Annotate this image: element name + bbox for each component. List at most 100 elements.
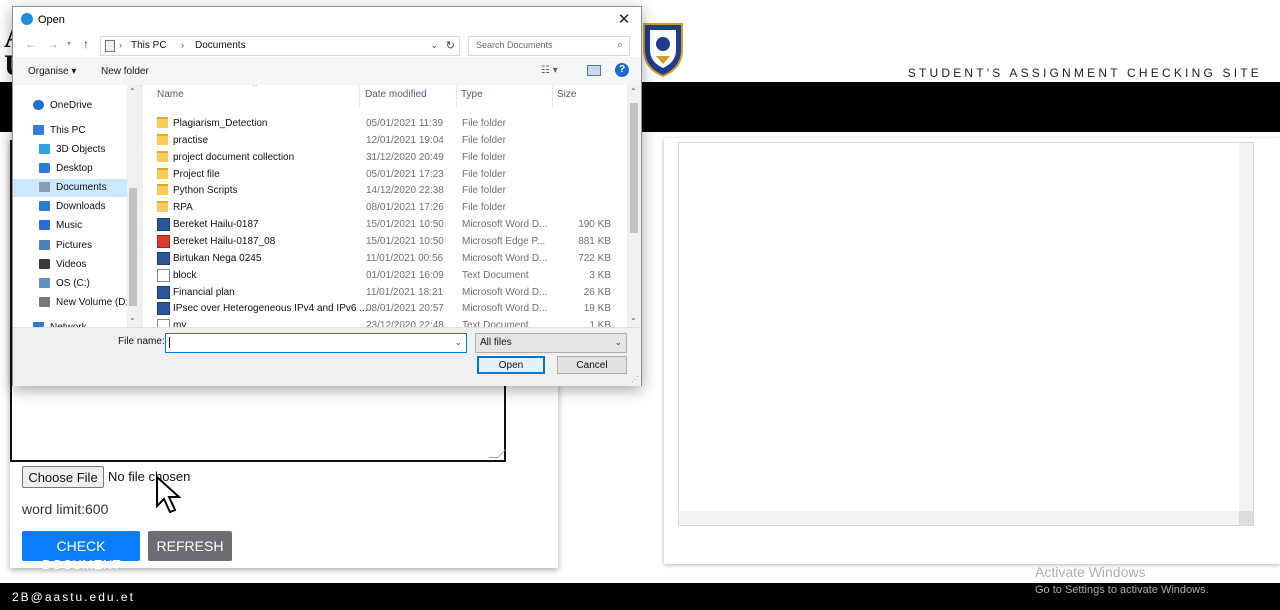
file-row[interactable]: RPA 08/01/2021 17:26 File folder bbox=[153, 199, 623, 216]
scroll-up-icon[interactable]: ⌃ bbox=[129, 87, 136, 96]
breadcrumb-documents[interactable]: Documents bbox=[195, 40, 246, 51]
column-divider[interactable] bbox=[456, 85, 457, 107]
file-type: File folder bbox=[462, 202, 506, 214]
navigation-pane: Network New Volume (D: OS (C:) Videos Pictur… bbox=[13, 85, 139, 327]
file-date-modified: 15/01/2021 10:50 bbox=[366, 219, 444, 231]
address-dropdown-icon[interactable]: ⌄ bbox=[430, 40, 438, 51]
column-header-size[interactable]: Size bbox=[557, 89, 576, 100]
back-arrow-icon[interactable]: ← bbox=[25, 37, 37, 51]
file-date-modified: 15/01/2021 10:50 bbox=[366, 235, 444, 247]
choose-file-button[interactable]: Choose File bbox=[22, 466, 104, 488]
file-date-modified: 05/01/2021 17:23 bbox=[366, 168, 444, 180]
nav-item-network[interactable]: Network bbox=[13, 319, 127, 327]
result-horizontal-scrollbar[interactable] bbox=[679, 511, 1239, 525]
search-icon: ⌕ bbox=[616, 39, 623, 51]
download-icon bbox=[39, 201, 50, 211]
result-vertical-scrollbar[interactable] bbox=[1239, 143, 1253, 511]
nav-item-music[interactable]: Music bbox=[13, 217, 127, 235]
text-doc-icon bbox=[157, 319, 170, 327]
nav-item-this-pc[interactable]: This PC bbox=[13, 122, 127, 140]
dialog-resize-grip-icon[interactable]: ⋰ bbox=[631, 375, 639, 384]
mouse-cursor-icon bbox=[156, 474, 182, 514]
check-button-overflow-text: DOCUMENT bbox=[42, 557, 122, 572]
scroll-down-icon[interactable]: ⌄ bbox=[129, 313, 136, 322]
result-scroll-corner bbox=[1239, 511, 1253, 525]
file-size: 1 KB bbox=[589, 320, 611, 327]
file-row[interactable]: Bereket Hailu-0187_08 15/01/2021 10:50 Mic… bbox=[153, 233, 623, 250]
nav-item-videos[interactable]: Videos bbox=[13, 256, 127, 274]
scroll-down-icon[interactable]: ⌄ bbox=[630, 313, 637, 322]
sort-chevron-icon: ^ bbox=[253, 85, 257, 91]
organise-menu[interactable]: Organise ▾ bbox=[28, 66, 76, 77]
file-size: 19 KB bbox=[583, 303, 611, 315]
file-list-scroll-thumb[interactable] bbox=[630, 103, 638, 233]
file-name: my bbox=[173, 320, 187, 327]
dialog-titlebar[interactable]: Open ✕ bbox=[13, 7, 641, 33]
file-size: 26 KB bbox=[583, 286, 611, 298]
file-name: IPsec over Heterogeneous IPv4 and IPv6 .… bbox=[173, 303, 368, 315]
file-row[interactable]: project document collection 31/12/2020 20… bbox=[153, 149, 623, 166]
file-row[interactable]: Financial plan 11/01/2021 18:21 Microsoft … bbox=[153, 284, 623, 301]
refresh-button[interactable]: REFRESH bbox=[148, 531, 232, 561]
file-name: Project file bbox=[173, 168, 220, 180]
file-type-filter[interactable]: All files ⌄ bbox=[475, 333, 627, 353]
nav-item-os-c[interactable]: OS (C:) bbox=[13, 275, 127, 293]
preview-pane-icon[interactable] bbox=[587, 65, 601, 76]
file-date-modified: 05/01/2021 11:39 bbox=[366, 118, 444, 129]
resize-grip-icon[interactable] bbox=[488, 449, 507, 458]
new-folder-button[interactable]: New folder bbox=[101, 66, 149, 77]
file-row[interactable]: Birtukan Nega 0245 11/01/2021 00:56 Micros… bbox=[153, 250, 623, 267]
nav-item-3d-objects[interactable]: 3D Objects bbox=[13, 141, 127, 159]
file-name-label: File name: bbox=[118, 336, 165, 347]
file-date-modified: 14/12/2020 22:38 bbox=[366, 185, 444, 197]
file-date-modified: 31/12/2020 20:49 bbox=[366, 151, 444, 163]
file-name-dropdown-icon[interactable]: ⌄ bbox=[454, 337, 462, 348]
nav-pane-scroll-thumb[interactable] bbox=[129, 188, 137, 306]
address-bar[interactable]: › This PC › Documents ⌄ ↻ bbox=[100, 36, 460, 56]
forward-arrow-icon[interactable]: → bbox=[47, 37, 59, 51]
file-row[interactable]: Python Scripts 14/12/2020 22:38 File folde… bbox=[153, 182, 623, 199]
file-name: project document collection bbox=[173, 151, 295, 163]
file-type: File folder bbox=[462, 151, 506, 163]
close-icon[interactable]: ✕ bbox=[613, 9, 635, 31]
file-date-modified: 01/01/2021 16:09 bbox=[366, 269, 444, 281]
file-row[interactable]: practise 12/01/2021 19:04 File folder bbox=[153, 132, 623, 149]
help-icon[interactable]: ? bbox=[615, 63, 629, 77]
nav-item-pictures[interactable]: Pictures bbox=[13, 237, 127, 255]
nav-item-onedrive[interactable]: OneDrive bbox=[13, 97, 127, 115]
file-row[interactable]: block 01/01/2021 16:09 Text Document 3 KB bbox=[153, 267, 623, 284]
file-row[interactable]: IPsec over Heterogeneous IPv4 and IPv6 .… bbox=[153, 300, 623, 317]
file-row[interactable]: Project file 05/01/2021 17:23 File folder bbox=[153, 166, 623, 183]
file-row[interactable]: Bereket Hailu-0187 15/01/2021 10:50 Micros… bbox=[153, 216, 623, 233]
file-size: 190 KB bbox=[578, 219, 611, 231]
column-divider[interactable] bbox=[359, 85, 360, 107]
result-textarea[interactable] bbox=[678, 142, 1254, 526]
dialog-bottom-bar: File name: ⌄ All files ⌄ Open Cancel ⋰ bbox=[13, 327, 641, 386]
scroll-up-icon[interactable]: ⌃ bbox=[630, 87, 637, 96]
nav-item-desktop[interactable]: Desktop bbox=[13, 160, 127, 178]
recent-locations-chevron-icon[interactable]: ▾ bbox=[67, 39, 71, 48]
file-row[interactable]: my 23/12/2020 22:48 Text Document 1 KB bbox=[153, 317, 623, 327]
nav-item-downloads[interactable]: Downloads bbox=[13, 198, 127, 216]
file-row[interactable]: Plagiarism_Detection 05/01/2021 11:39 File… bbox=[153, 115, 623, 132]
file-type: Text Document bbox=[462, 269, 529, 281]
folder-icon bbox=[157, 133, 168, 145]
breadcrumb-separator-icon: › bbox=[181, 40, 184, 50]
column-header-type[interactable]: Type bbox=[461, 89, 483, 100]
nav-item-documents[interactable]: Documents bbox=[13, 179, 127, 197]
cancel-button[interactable]: Cancel bbox=[557, 356, 627, 374]
search-documents-input[interactable]: Search Documents ⌕ bbox=[468, 36, 630, 56]
open-button[interactable]: Open bbox=[477, 356, 545, 374]
column-header-name[interactable]: Name bbox=[157, 89, 184, 100]
refresh-icon[interactable]: ↻ bbox=[446, 39, 455, 52]
nav-item-new-volume-d[interactable]: New Volume (D: bbox=[13, 294, 128, 312]
up-arrow-icon[interactable]: ↑ bbox=[83, 37, 89, 51]
desktop-icon bbox=[39, 163, 50, 173]
file-name-input[interactable]: ⌄ bbox=[165, 333, 467, 353]
column-divider[interactable] bbox=[552, 85, 553, 107]
nav-item-label: Desktop bbox=[56, 163, 93, 174]
breadcrumb-this-pc[interactable]: This PC bbox=[131, 40, 167, 51]
file-size: 3 KB bbox=[589, 269, 611, 281]
change-view-button[interactable]: ☷ ▾ bbox=[541, 65, 558, 76]
column-header-date[interactable]: Date modified bbox=[365, 89, 427, 100]
